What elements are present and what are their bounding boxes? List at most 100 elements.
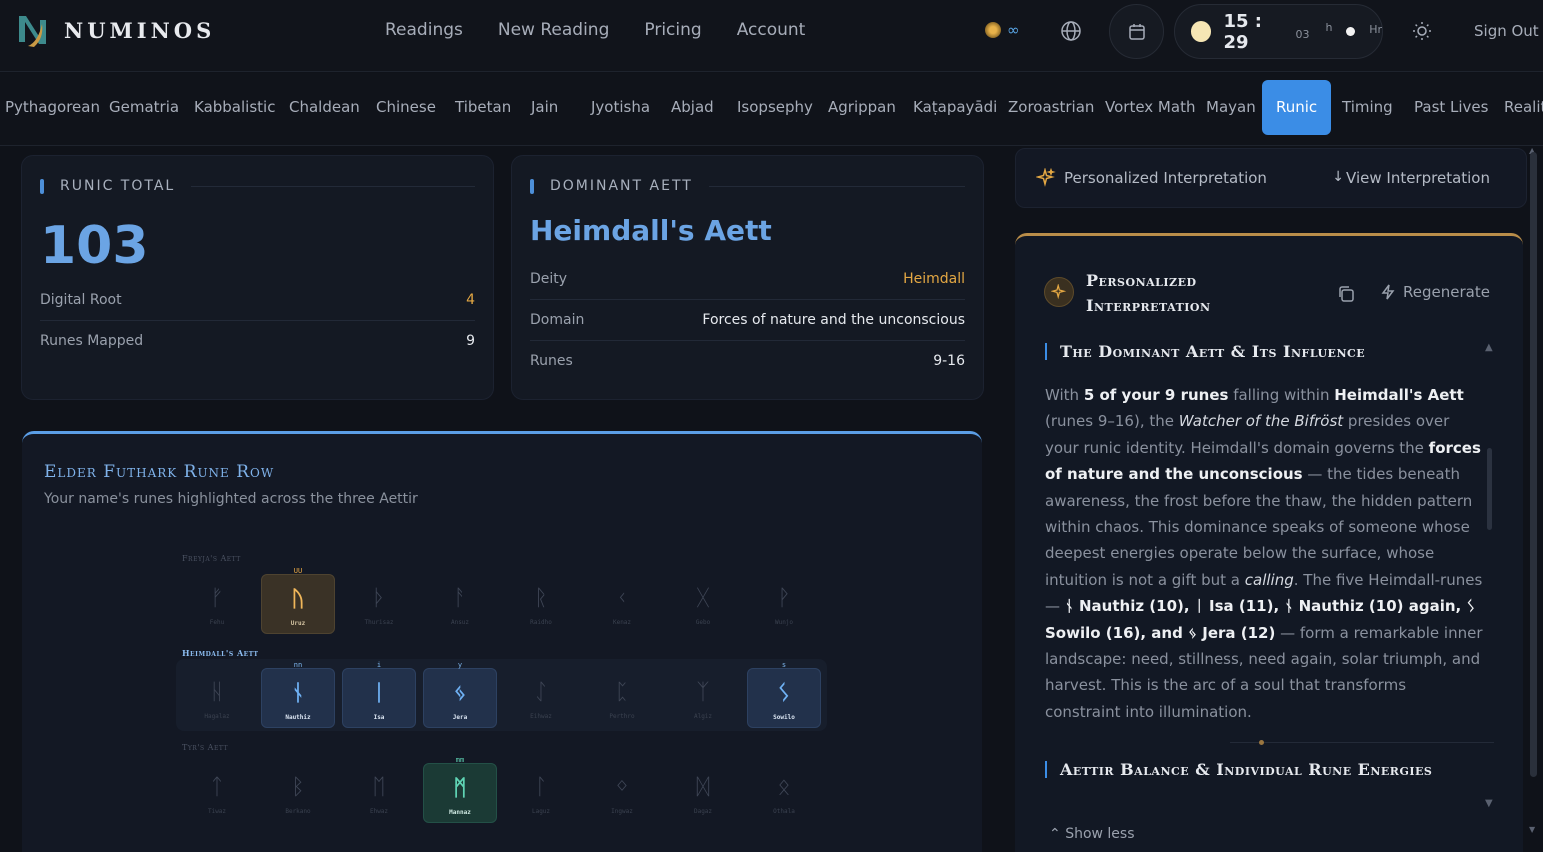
calendar-button[interactable] — [1109, 4, 1164, 59]
rune-algiz[interactable]: ᛉ Algiz — [666, 668, 740, 728]
rune-nauthiz[interactable]: nn ᚾ Nauthiz — [261, 661, 335, 728]
rune-name: Wunjo — [774, 619, 794, 626]
tab-isopsephy[interactable]: Isopsephy — [737, 98, 813, 116]
rune-tiwaz[interactable]: ᛏ Tiwaz — [180, 763, 254, 823]
rune-glyph: ᚨ — [453, 586, 467, 611]
rune-ingwaz[interactable]: ᛜ Ingwaz — [585, 763, 659, 823]
paragraph-segment: calling — [1244, 570, 1294, 589]
rune-wunjo[interactable]: ᚹ Wunjo — [747, 574, 821, 634]
tab-abjad[interactable]: Abjad — [671, 98, 714, 116]
runic-total-value: 103 — [40, 216, 149, 276]
nav-pricing[interactable]: Pricing — [644, 20, 701, 40]
rune-row-subtitle: Your name's runes highlighted across the… — [44, 491, 418, 507]
rune-name: Perthro — [609, 713, 635, 720]
domain-row: Domain Forces of nature and the unconsci… — [530, 300, 965, 341]
tab-chaldean[interactable]: Chaldean — [289, 98, 360, 116]
runes-mapped-value: 9 — [466, 333, 475, 349]
rune-perthro[interactable]: ᛈ Perthro — [585, 668, 659, 728]
show-less-button[interactable]: ⌃ Show less — [1049, 826, 1135, 842]
rune-isa[interactable]: i ᛁ Isa — [342, 661, 416, 728]
clock-hr-label: Hr — [1369, 23, 1382, 36]
rune-glyph: ᛖ — [372, 775, 386, 800]
rune-glyph: ᛉ — [696, 680, 710, 705]
rune-glyph: ᚱ — [534, 586, 548, 611]
copy-icon[interactable] — [1337, 285, 1355, 303]
tab-jain[interactable]: Jain — [531, 98, 558, 116]
rune-jera[interactable]: y ᛃ Jera — [423, 661, 497, 728]
rune-name: Hagalaz — [204, 713, 230, 720]
rune-uruz[interactable]: UU ᚢ Uruz — [261, 567, 335, 634]
regenerate-button[interactable]: Regenerate — [1381, 283, 1490, 301]
tab-tibetan[interactable]: Tibetan — [455, 98, 511, 116]
tab-vortex-math[interactable]: Vortex Math — [1105, 98, 1195, 116]
rune-dagaz[interactable]: ᛞ Dagaz — [666, 763, 740, 823]
paragraph-segment: falling within — [1228, 386, 1335, 404]
rune-name: Kenaz — [612, 619, 632, 626]
tab-kabbalistic[interactable]: Kabbalistic — [194, 98, 275, 116]
tab-pythagorean[interactable]: Pythagorean — [5, 98, 100, 116]
rune-gebo[interactable]: ᚷ Gebo — [666, 574, 740, 634]
tab-jyotisha[interactable]: Jyotisha — [591, 98, 650, 116]
chevron-down-icon[interactable]: ▼ — [1485, 798, 1493, 809]
runes-mapped-label: Runes Mapped — [40, 333, 144, 349]
scroll-down-icon[interactable]: ▼ — [1529, 825, 1535, 834]
tab-zoroastrian[interactable]: Zoroastrian — [1008, 98, 1094, 116]
rune-ehwaz[interactable]: ᛖ Ehwaz — [342, 763, 416, 823]
rune-othala[interactable]: ᛟ Othala — [747, 763, 821, 823]
aett-label: Heimdall's Aett — [182, 648, 259, 658]
tab-katapayadi[interactable]: Kaṭapayādi — [913, 98, 997, 116]
accent-bar — [40, 178, 44, 194]
section-dominant-aett[interactable]: The Dominant Aett & Its Influence — [1045, 339, 1460, 364]
rune-ansuz[interactable]: ᚨ Ansuz — [423, 574, 497, 634]
globe-icon[interactable] — [1060, 20, 1082, 42]
tab-runic[interactable]: Runic — [1262, 80, 1332, 135]
rune-sowilo[interactable]: s ᛊ Sowilo — [747, 661, 821, 728]
tab-timing[interactable]: Timing — [1342, 98, 1393, 116]
clock-widget[interactable]: 15 : 29 03 h Hr — [1174, 4, 1383, 59]
interpretation-bar: Personalized Interpretation ↓ View Inter… — [1015, 148, 1527, 208]
tab-agrippan[interactable]: Agrippan — [828, 98, 896, 116]
credits-badge[interactable]: ∞ — [985, 21, 1020, 39]
method-tabs: Pythagorean Gematria Kabbalistic Chaldea… — [0, 73, 1543, 146]
section-aettir-balance[interactable]: Aettir Balance & Individual Rune Energie… — [1045, 757, 1460, 782]
interpretation-card: Personalized Interpretation Regenerate T… — [1015, 233, 1523, 852]
tab-reality[interactable]: Realit — [1504, 98, 1543, 116]
nav-account[interactable]: Account — [737, 20, 806, 40]
show-less-label: Show less — [1065, 826, 1135, 842]
numinos-logo-icon — [19, 16, 46, 47]
rune-raidho[interactable]: ᚱ Raidho — [504, 574, 578, 634]
divider — [1230, 742, 1494, 743]
view-interpretation-button[interactable]: View Interpretation — [1346, 169, 1490, 187]
sun-theme-icon[interactable] — [1411, 20, 1433, 42]
rune-berkano[interactable]: ᛒ Berkano — [261, 763, 335, 823]
rune-letter-mark: i — [376, 661, 382, 669]
rune-fehu[interactable]: ᚠ Fehu — [180, 574, 254, 634]
rune-thurisaz[interactable]: ᚦ Thurisaz — [342, 574, 416, 634]
tab-chinese[interactable]: Chinese — [376, 98, 436, 116]
rune-mannaz[interactable]: mm ᛗ Mannaz — [423, 756, 497, 823]
rune-kenaz[interactable]: ᚲ Kenaz — [585, 574, 659, 634]
tab-past-lives[interactable]: Past Lives — [1414, 98, 1488, 116]
brand-logo[interactable]: NUMINOS — [16, 12, 215, 48]
nav-new-reading[interactable]: New Reading — [498, 20, 610, 40]
rune-laguz[interactable]: ᛚ Laguz — [504, 763, 578, 823]
nav-readings[interactable]: Readings — [385, 20, 463, 40]
section-scrollbar[interactable] — [1487, 448, 1492, 530]
sign-out-button[interactable]: Sign Out — [1474, 22, 1539, 40]
clock-toggle-dot[interactable] — [1346, 27, 1356, 36]
arrow-down-icon: ↓ — [1332, 169, 1344, 185]
rune-eihwaz[interactable]: ᛇ Eihwaz — [504, 668, 578, 728]
tab-gematria[interactable]: Gematria — [109, 98, 179, 116]
accent-bar — [1045, 343, 1047, 360]
rune-name: Laguz — [531, 808, 551, 815]
page-scrollbar[interactable] — [1530, 152, 1537, 777]
section-title: Aettir Balance & Individual Rune Energie… — [1060, 760, 1433, 779]
chevron-up-icon[interactable]: ▲ — [1485, 342, 1493, 353]
rune-name: Fehu — [209, 619, 225, 626]
interpretation-paragraph: With 5 of your 9 runes falling within He… — [1045, 382, 1485, 725]
rune-hagalaz[interactable]: ᚺ Hagalaz — [180, 668, 254, 728]
regenerate-label: Regenerate — [1403, 283, 1490, 301]
tab-mayan[interactable]: Mayan — [1206, 98, 1256, 116]
runes-range-label: Runes — [530, 353, 573, 369]
paragraph-segment: 5 of your 9 runes — [1083, 386, 1229, 404]
